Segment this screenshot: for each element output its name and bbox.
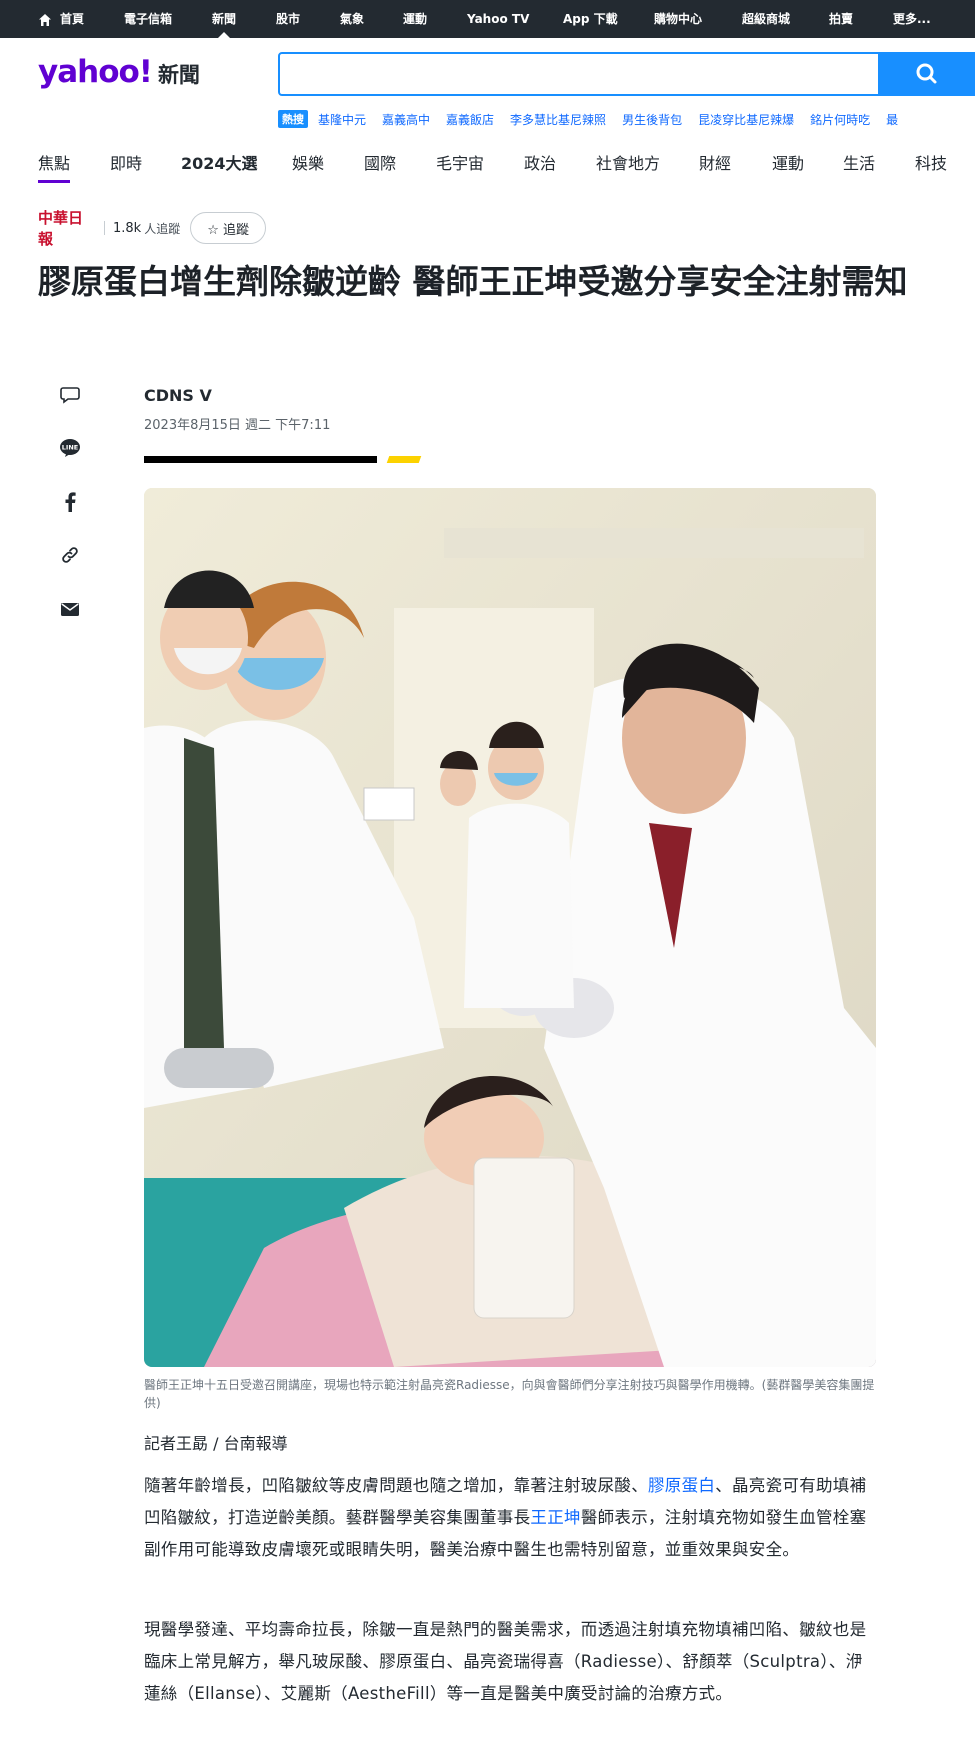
topnav-shopping[interactable]: 購物中心 [654, 0, 702, 38]
article-paragraph: 現醫學發達、平均壽命拉長，除皺一直是熱門的醫美需求，而透過注射填充物填補凹陷、皺… [144, 1620, 867, 1703]
category-tab-latest[interactable]: 即時 [110, 150, 142, 174]
search-input[interactable] [278, 52, 880, 96]
topic-link-collagen[interactable]: 膠原蛋白 [648, 1476, 715, 1495]
article-date: 2023年8月15日 週二 下午7:11 [144, 418, 331, 433]
category-tab-life[interactable]: 生活 [843, 150, 875, 174]
source-divider [104, 221, 105, 235]
topnav-mail[interactable]: 電子信箱 [124, 0, 172, 38]
topnav-app-download[interactable]: App 下載 [563, 0, 618, 38]
line-icon[interactable]: LINE [58, 436, 82, 460]
trending-searches: 熱搜 基隆中元 嘉義高中 嘉義飯店 李多慧比基尼辣照 男生後背包 昆凌穿比基尼辣… [278, 110, 914, 128]
yahoo-news-logo[interactable]: yahoo! 新聞 [38, 54, 200, 94]
topnav-mall[interactable]: 超級商城 [742, 0, 790, 38]
paragraph-text: 隨著年齡增長，凹陷皺紋等皮膚問題也隨之增加，靠著注射玻尿酸、 [144, 1476, 648, 1495]
search-icon [916, 63, 937, 84]
category-tab-finance[interactable]: 財經 [699, 150, 731, 174]
category-tab-election[interactable]: 2024大選 [181, 150, 258, 174]
follow-button[interactable]: ☆ 追蹤 [190, 212, 267, 244]
article-author[interactable]: CDNS V [144, 386, 212, 405]
category-tab-sports[interactable]: 運動 [772, 150, 804, 174]
trending-badge: 熱搜 [278, 110, 308, 128]
category-tab-politics[interactable]: 政治 [524, 150, 556, 174]
link-icon[interactable] [58, 543, 82, 567]
author-divider-bar [144, 456, 377, 463]
trending-term[interactable]: 嘉義高中 [382, 111, 430, 128]
category-active-underline [38, 180, 70, 183]
top-navigation-bar: 首頁 電子信箱 新聞 股市 氣象 運動 Yahoo TV App 下載 購物中心… [0, 0, 975, 38]
category-tab-entertainment[interactable]: 娛樂 [292, 150, 324, 174]
article-byline: 記者王勗 / 台南報導 [144, 1434, 288, 1453]
news-section-label: 新聞 [157, 63, 200, 87]
trending-term[interactable]: 最 [886, 111, 898, 128]
category-tab-tech[interactable]: 科技 [915, 150, 947, 174]
yahoo-logo-text: yahoo! [38, 54, 153, 90]
topnav-weather[interactable]: 氣象 [340, 0, 364, 38]
follower-label: 人追蹤 [144, 221, 181, 236]
follower-count: 1.8k [113, 220, 142, 236]
article-source: 中華日報 1.8k 人追蹤 ☆ 追蹤 [38, 209, 267, 248]
comment-icon[interactable] [58, 383, 82, 407]
topnav-stocks[interactable]: 股市 [276, 0, 300, 38]
search-button[interactable] [879, 52, 975, 96]
topnav-active-indicator [218, 32, 230, 38]
article-image[interactable] [144, 488, 876, 1367]
trending-term[interactable]: 李多慧比基尼辣照 [510, 111, 606, 128]
topnav-more[interactable]: 更多... [893, 0, 931, 38]
category-tab-universe[interactable]: 毛宇宙 [436, 150, 484, 174]
trending-term[interactable]: 昆凌穿比基尼辣爆 [698, 111, 794, 128]
category-tab-focus[interactable]: 焦點 [38, 150, 70, 174]
mail-icon[interactable] [58, 597, 82, 621]
trending-term[interactable]: 銘片何時吃 [810, 111, 870, 128]
category-tab-local[interactable]: 社會地方 [596, 150, 660, 174]
home-icon[interactable] [38, 12, 52, 26]
svg-text:LINE: LINE [62, 444, 78, 452]
image-caption: 醫師王正坤十五日受邀召開講座，現場也特示範注射晶亮瓷Radiesse，向與會醫師… [144, 1378, 875, 1410]
article-paragraph: 隨著年齡增長，凹陷皺紋等皮膚問題也隨之增加，靠著注射玻尿酸、膠原蛋白、晶亮瓷可有… [144, 1470, 876, 1566]
article-title: 膠原蛋白增生劑除皺逆齡 醫師王正坤受邀分享安全注射需知 [38, 262, 908, 301]
source-logo[interactable]: 中華日報 [38, 207, 96, 249]
topnav-yahoo-tv[interactable]: Yahoo TV [467, 0, 529, 38]
facebook-icon[interactable] [58, 490, 82, 514]
topnav-sports[interactable]: 運動 [403, 0, 427, 38]
topnav-auction[interactable]: 拍賣 [829, 0, 853, 38]
topnav-home[interactable]: 首頁 [60, 0, 84, 38]
clinic-photo-illustration [144, 488, 876, 1367]
topic-link-doctor[interactable]: 王正坤 [530, 1508, 580, 1527]
trending-term[interactable]: 基隆中元 [318, 111, 366, 128]
trending-term[interactable]: 嘉義飯店 [446, 111, 494, 128]
category-navigation: 焦點 即時 2024大選 娛樂 國際 毛宇宙 政治 社會地方 財經 運動 生活 … [0, 150, 975, 186]
trending-term[interactable]: 男生後背包 [622, 111, 682, 128]
category-tab-international[interactable]: 國際 [364, 150, 396, 174]
author-divider-accent [386, 456, 422, 463]
